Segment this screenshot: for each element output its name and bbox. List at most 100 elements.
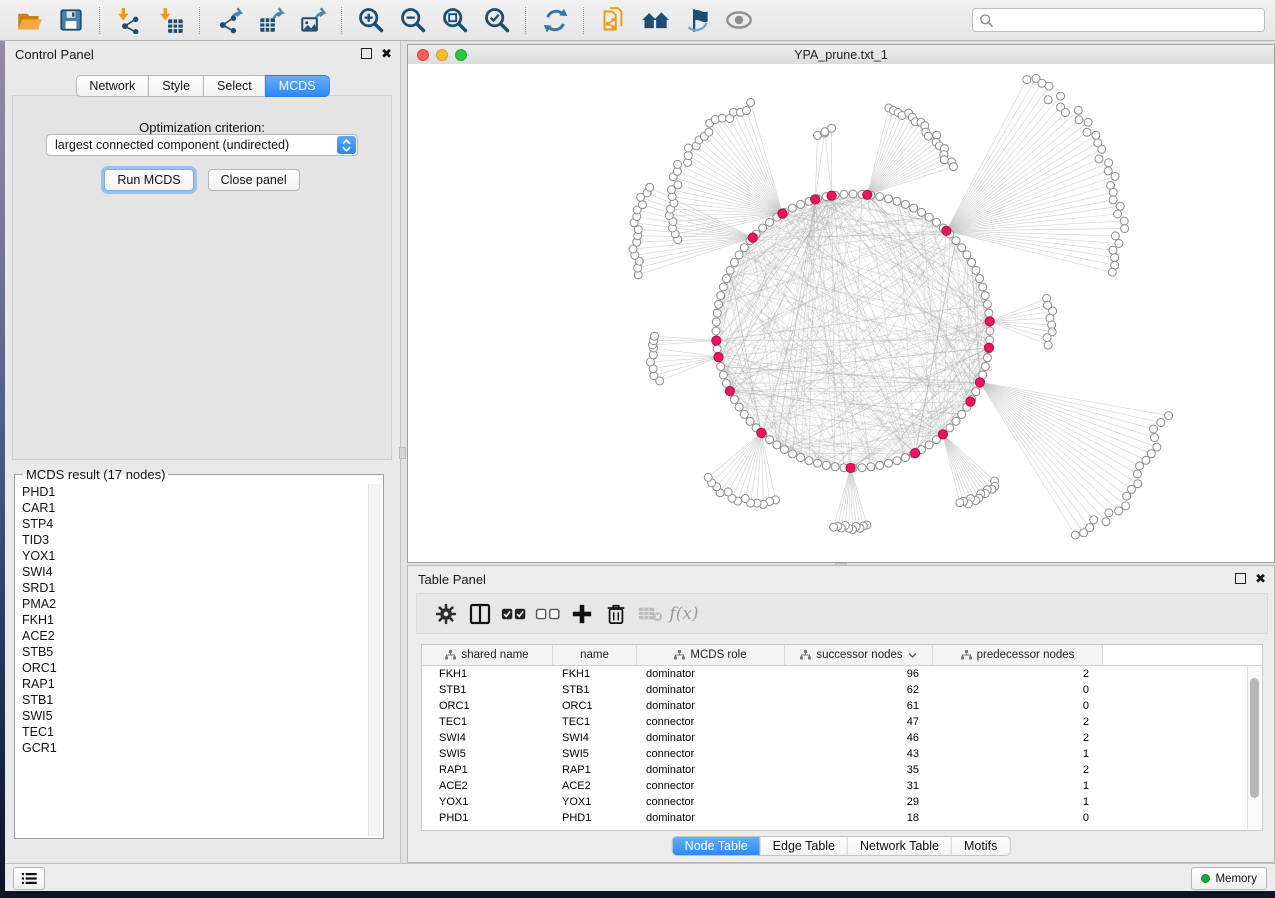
network-node[interactable] bbox=[1045, 82, 1053, 90]
network-node[interactable] bbox=[968, 259, 976, 267]
network-node[interactable] bbox=[805, 457, 813, 465]
column-header-successor-nodes[interactable]: successor nodes bbox=[785, 645, 933, 665]
import-table-button[interactable] bbox=[156, 5, 186, 35]
tab-style[interactable]: Style bbox=[148, 75, 204, 97]
network-node[interactable] bbox=[735, 251, 743, 259]
column-header-MCDS-role[interactable]: MCDS role bbox=[637, 645, 785, 665]
export-network-button[interactable] bbox=[214, 5, 244, 35]
network-node[interactable] bbox=[1150, 425, 1158, 433]
network-node[interactable] bbox=[983, 300, 991, 308]
network-node[interactable] bbox=[1071, 531, 1079, 539]
network-node[interactable] bbox=[1044, 96, 1052, 104]
network-node[interactable] bbox=[1090, 516, 1098, 524]
network-node[interactable] bbox=[849, 190, 857, 198]
network-node[interactable] bbox=[1111, 172, 1119, 180]
network-node[interactable] bbox=[713, 309, 721, 317]
mcds-dominator-node[interactable] bbox=[748, 233, 757, 242]
network-node[interactable] bbox=[740, 410, 748, 418]
network-node[interactable] bbox=[893, 457, 901, 465]
network-node[interactable] bbox=[1109, 196, 1117, 204]
hide-graphics-details-button[interactable] bbox=[682, 5, 712, 35]
zoom-fit-button[interactable] bbox=[440, 5, 470, 35]
network-node[interactable] bbox=[963, 251, 971, 259]
table-row[interactable]: STB1STB1dominator620 bbox=[422, 682, 1262, 698]
network-node[interactable] bbox=[722, 275, 730, 283]
network-node[interactable] bbox=[925, 213, 933, 221]
network-node[interactable] bbox=[946, 424, 954, 432]
home-button[interactable] bbox=[640, 5, 670, 35]
network-node[interactable] bbox=[956, 499, 964, 507]
network-node[interactable] bbox=[925, 441, 933, 449]
tab-mcds[interactable]: MCDS bbox=[265, 75, 330, 97]
save-session-button[interactable] bbox=[56, 5, 86, 35]
network-node[interactable] bbox=[718, 114, 726, 122]
mcds-result-item[interactable]: TEC1 bbox=[22, 724, 368, 740]
network-node[interactable] bbox=[1115, 240, 1123, 248]
network-node[interactable] bbox=[1151, 434, 1159, 442]
network-node[interactable] bbox=[759, 224, 767, 232]
mcds-result-item[interactable]: SRD1 bbox=[22, 580, 368, 596]
network-canvas[interactable] bbox=[408, 64, 1274, 562]
mcds-result-item[interactable]: TID3 bbox=[22, 532, 368, 548]
network-node[interactable] bbox=[717, 292, 725, 300]
network-node[interactable] bbox=[1023, 76, 1031, 84]
refresh-layout-button[interactable] bbox=[540, 5, 570, 35]
network-node[interactable] bbox=[1061, 109, 1069, 117]
mcds-result-item[interactable]: STB1 bbox=[22, 692, 368, 708]
network-node[interactable] bbox=[1108, 268, 1116, 276]
table-row[interactable]: RAP1RAP1dominator352 bbox=[422, 762, 1262, 778]
network-node[interactable] bbox=[1080, 529, 1088, 537]
network-node[interactable] bbox=[958, 410, 966, 418]
network-node[interactable] bbox=[684, 144, 692, 152]
network-node[interactable] bbox=[639, 201, 647, 209]
mcds-list-scrollbar[interactable] bbox=[368, 484, 381, 836]
network-node[interactable] bbox=[1057, 92, 1065, 100]
mcds-result-item[interactable]: FKH1 bbox=[22, 612, 368, 628]
network-node[interactable] bbox=[788, 204, 796, 212]
network-node[interactable] bbox=[1092, 131, 1100, 139]
network-node[interactable] bbox=[1136, 462, 1144, 470]
network-node[interactable] bbox=[1095, 155, 1103, 163]
network-node[interactable] bbox=[972, 266, 980, 274]
network-node[interactable] bbox=[730, 259, 738, 267]
table-row[interactable]: SWI5SWI5connector431 bbox=[422, 746, 1262, 762]
network-node[interactable] bbox=[747, 99, 755, 107]
network-node[interactable] bbox=[1123, 492, 1131, 500]
table-row[interactable]: SWI4SWI4dominator462 bbox=[422, 730, 1262, 746]
network-node[interactable] bbox=[1133, 470, 1141, 478]
network-file-button[interactable] bbox=[598, 5, 628, 35]
network-node[interactable] bbox=[705, 128, 713, 136]
mcds-dominator-node[interactable] bbox=[712, 336, 721, 345]
tab-network-table[interactable]: Network Table bbox=[847, 837, 951, 855]
network-node[interactable] bbox=[1165, 412, 1173, 420]
mcds-dominator-node[interactable] bbox=[846, 463, 855, 472]
tab-edge-table[interactable]: Edge Table bbox=[760, 837, 847, 855]
show-graphics-details-button[interactable] bbox=[724, 5, 754, 35]
network-node[interactable] bbox=[979, 283, 987, 291]
table-row[interactable]: ACE2ACE2connector311 bbox=[422, 778, 1262, 794]
table-row[interactable]: FKH1FKH1dominator962 bbox=[422, 666, 1262, 682]
network-node[interactable] bbox=[1142, 456, 1150, 464]
network-node[interactable] bbox=[952, 417, 960, 425]
network-node[interactable] bbox=[1098, 145, 1106, 153]
network-node[interactable] bbox=[651, 332, 659, 340]
network-node[interactable] bbox=[822, 461, 830, 469]
network-node[interactable] bbox=[940, 156, 948, 164]
network-node[interactable] bbox=[1074, 106, 1082, 114]
network-node[interactable] bbox=[712, 318, 720, 326]
network-node[interactable] bbox=[867, 463, 875, 471]
run-mcds-button[interactable]: Run MCDS bbox=[104, 169, 193, 191]
network-node[interactable] bbox=[910, 204, 918, 212]
network-node[interactable] bbox=[717, 363, 725, 371]
memory-button[interactable]: Memory bbox=[1191, 867, 1267, 890]
search-input[interactable] bbox=[994, 12, 1264, 28]
network-node[interactable] bbox=[766, 218, 774, 226]
select-all-button[interactable] bbox=[497, 598, 531, 630]
mcds-result-item[interactable]: CAR1 bbox=[22, 500, 368, 516]
network-node[interactable] bbox=[1147, 450, 1155, 458]
network-node[interactable] bbox=[797, 200, 805, 208]
network-node[interactable] bbox=[952, 237, 960, 245]
mcds-dominator-node[interactable] bbox=[911, 449, 920, 458]
column-header-predecessor-nodes[interactable]: predecessor nodes bbox=[933, 645, 1103, 665]
delete-column-button[interactable] bbox=[599, 598, 633, 630]
